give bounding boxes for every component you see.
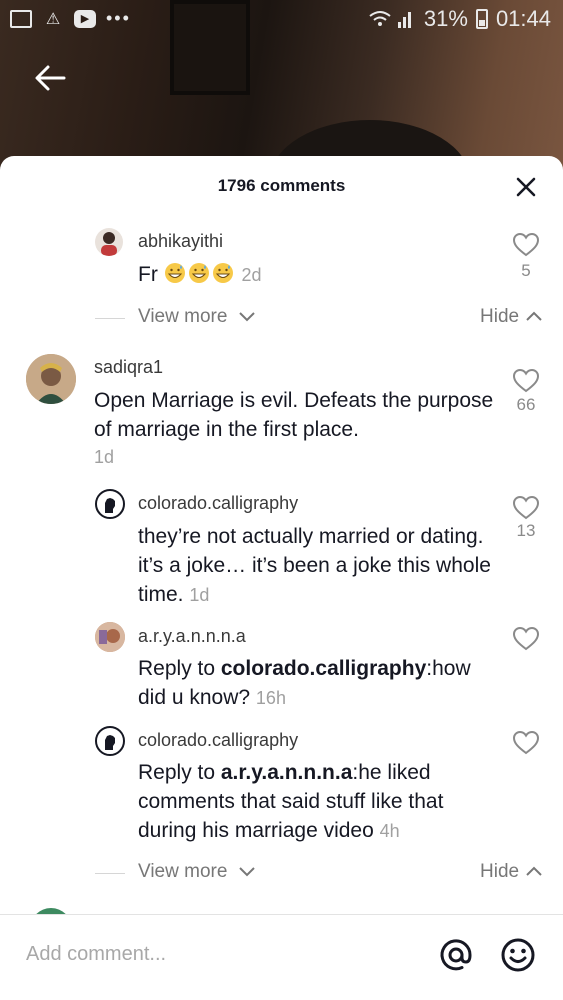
comment-text: Fr 2d: [138, 260, 262, 290]
comments-sheet: 1796 comments abhikayithi Fr 2d 5 View m…: [0, 156, 563, 1000]
comment-timestamp: 16h: [255, 688, 286, 708]
emoji-icon[interactable]: [500, 937, 536, 973]
avatar[interactable]: [26, 354, 76, 404]
like-count: 66: [516, 395, 536, 414]
comment-text: Reply to a.r.y.a.n.n.n.a:he liked commen…: [138, 758, 498, 846]
warning-icon: ⚠: [45, 10, 61, 28]
avatar[interactable]: [95, 622, 125, 652]
reply-prefix: Reply to: [138, 657, 221, 680]
thread-controls: View more Hide: [0, 861, 563, 885]
reply-mention-link[interactable]: colorado.calligraphy: [221, 657, 426, 680]
raised-fist-icon: [105, 735, 115, 750]
avatar-image: [95, 622, 125, 652]
close-icon[interactable]: [515, 176, 537, 198]
comment-timestamp: 4h: [379, 821, 400, 841]
comment-body: Fr: [138, 263, 158, 286]
like-heart-icon[interactable]: [512, 368, 540, 394]
back-arrow-icon[interactable]: [30, 58, 70, 98]
like-heart-icon[interactable]: [512, 626, 540, 652]
grinning-sweat-emoji-icon: [188, 263, 209, 283]
status-bar: ⚠ ▶ ••• 31% 01:44: [0, 0, 563, 40]
chevron-down-icon[interactable]: [238, 865, 256, 879]
chevron-up-icon[interactable]: [525, 309, 543, 323]
raised-fist-icon: [105, 498, 115, 513]
like-heart-icon[interactable]: [512, 495, 540, 521]
like-heart-icon[interactable]: [512, 232, 540, 258]
reply-mention-link[interactable]: a.r.y.a.n.n.n.a: [221, 761, 353, 784]
hide-button[interactable]: Hide: [480, 306, 519, 328]
comment-text: they’re not actually married or dating. …: [138, 522, 498, 610]
comment-timestamp: 2d: [241, 265, 262, 285]
divider: [95, 318, 125, 319]
more-dots-icon: •••: [106, 8, 131, 28]
youtube-icon: ▶: [74, 9, 96, 28]
comment-composer: Add comment...: [0, 914, 563, 1000]
thread-controls: View more Hide: [0, 306, 563, 330]
comment-count-title: 1796 comments: [217, 176, 346, 195]
view-more-button[interactable]: View more: [138, 306, 227, 328]
avatar[interactable]: [95, 489, 125, 519]
chevron-up-icon[interactable]: [525, 864, 543, 878]
avatar[interactable]: [95, 726, 125, 756]
grinning-sweat-emoji-icon: [164, 263, 185, 283]
comment-username[interactable]: abhikayithi: [138, 231, 223, 252]
comment-text: Reply to colorado.calligraphy:how did u …: [138, 654, 498, 713]
comment-username[interactable]: colorado.calligraphy: [138, 493, 298, 514]
comment-text: Open Marriage is evil. Defeats the purpo…: [94, 389, 494, 441]
comment-timestamp: 1d: [94, 447, 115, 467]
screen: ⚠ ▶ ••• 31% 01:44 1796 comments abhikayi…: [0, 0, 563, 1000]
sheet-header: 1796 comments: [0, 156, 563, 218]
comment-timestamp: 1d: [189, 585, 210, 605]
comment-username[interactable]: sadiqra1: [94, 357, 163, 378]
divider: [95, 873, 125, 874]
battery-icon: [475, 9, 488, 29]
like-heart-icon[interactable]: [512, 730, 540, 756]
grinning-sweat-emoji-icon: [212, 263, 233, 283]
reply-prefix: Reply to: [138, 761, 221, 784]
comment-username[interactable]: a.r.y.a.n.n.n.a: [138, 626, 246, 647]
like-count: 13: [516, 521, 536, 540]
battery-percent: 31%: [423, 6, 468, 31]
mention-at-icon[interactable]: [438, 937, 474, 973]
add-comment-input[interactable]: Add comment...: [26, 943, 166, 966]
avatar[interactable]: [95, 228, 123, 256]
gallery-icon: [10, 9, 32, 28]
view-more-button[interactable]: View more: [138, 861, 227, 883]
avatar-image: [101, 232, 117, 256]
hide-button[interactable]: Hide: [480, 861, 519, 883]
clock: 01:44: [495, 6, 551, 31]
avatar-image: [26, 354, 76, 404]
status-right: 31% 01:44: [368, 6, 551, 32]
signal-icon: [369, 11, 411, 28]
chevron-down-icon[interactable]: [238, 310, 256, 324]
comment-username[interactable]: colorado.calligraphy: [138, 730, 298, 751]
like-count: 5: [521, 261, 531, 280]
status-left: ⚠ ▶ •••: [10, 8, 131, 29]
